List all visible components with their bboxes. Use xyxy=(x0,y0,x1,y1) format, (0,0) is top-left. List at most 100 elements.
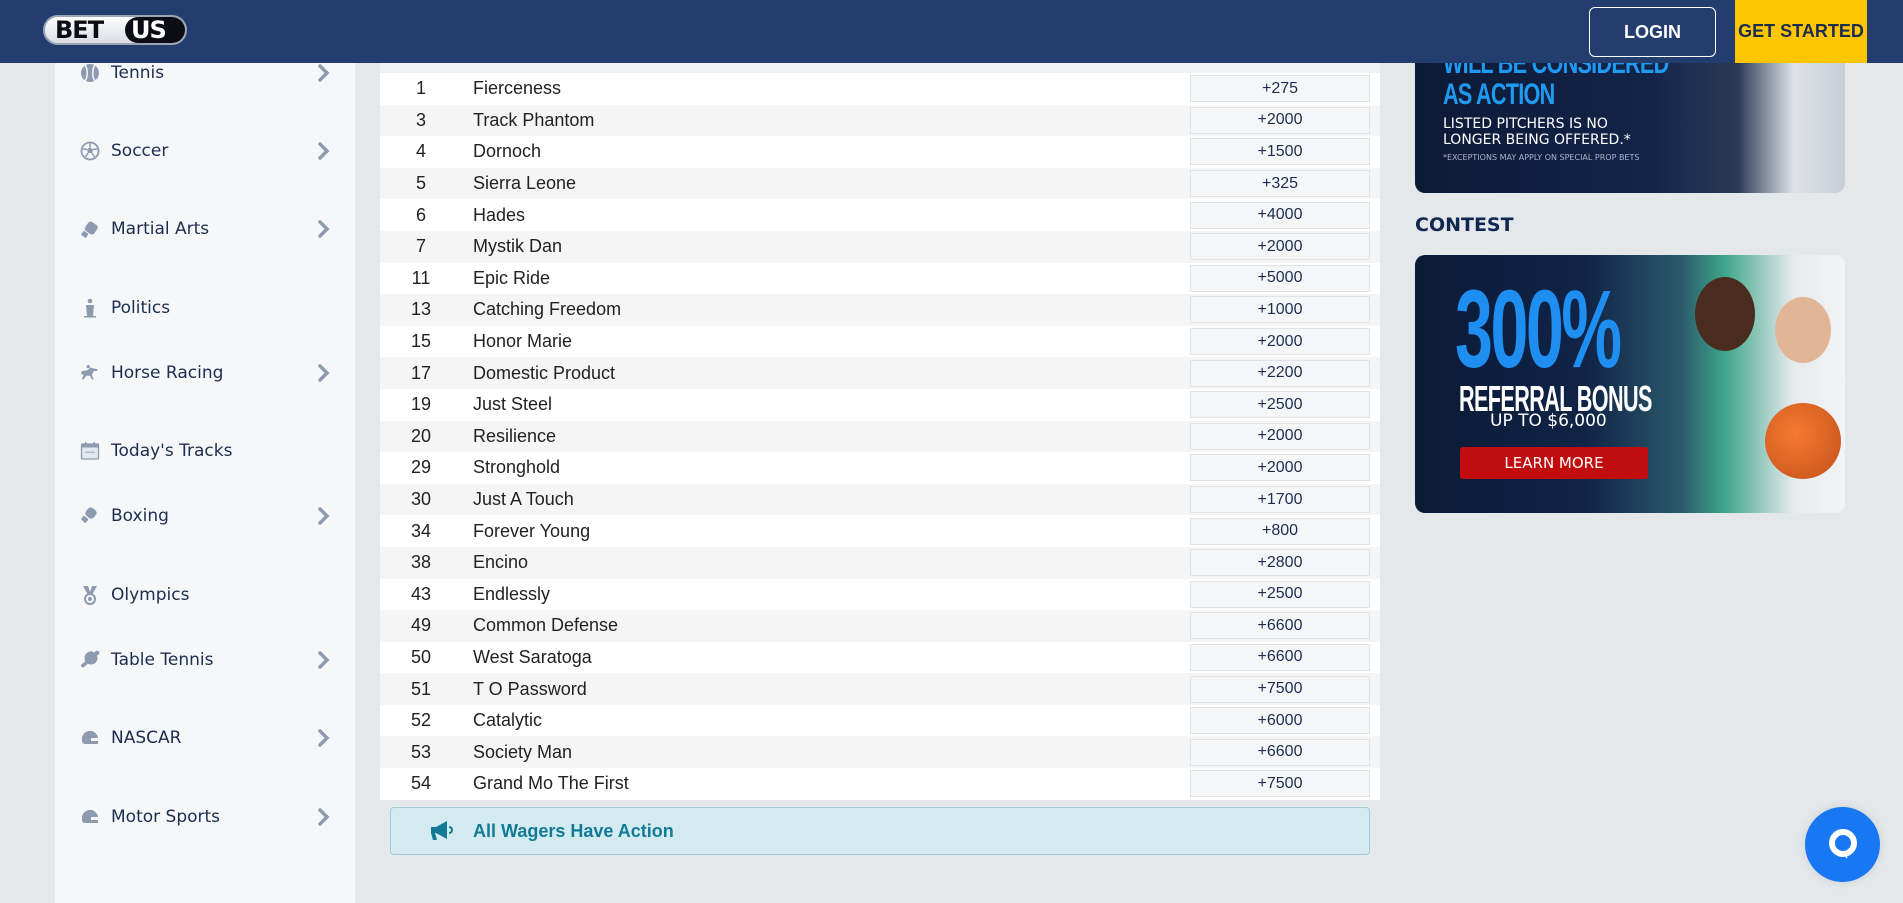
chevron-right-icon[interactable] xyxy=(317,219,331,239)
odds-button[interactable]: +2000 xyxy=(1190,328,1370,356)
sidebar-item-olympics[interactable]: Olympics xyxy=(55,575,355,615)
odds-button[interactable]: +1000 xyxy=(1190,296,1370,324)
table-row: 13 Catching Freedom +1000 xyxy=(380,294,1380,326)
odds-button[interactable]: +7500 xyxy=(1190,675,1370,703)
betus-logo[interactable]: BET US xyxy=(43,15,187,45)
horse-number: 52 xyxy=(410,710,432,731)
chevron-right-icon[interactable] xyxy=(317,141,331,161)
sidebar-item-label: Soccer xyxy=(111,141,169,161)
chat-button[interactable] xyxy=(1805,807,1880,882)
odds-button[interactable]: +2500 xyxy=(1190,580,1370,608)
horse-name: Domestic Product xyxy=(473,362,616,383)
sidebar-item-politics[interactable]: Politics xyxy=(55,288,355,328)
odds-button[interactable]: +5000 xyxy=(1190,264,1370,292)
chevron-right-icon[interactable] xyxy=(317,650,331,670)
horse-name: Forever Young xyxy=(473,520,591,541)
horse-racing-icon xyxy=(80,363,100,383)
chevron-right-icon[interactable] xyxy=(317,728,331,748)
sidebar-item-horse-racing[interactable]: Horse Racing xyxy=(55,353,355,393)
horse-number: 53 xyxy=(410,741,432,762)
odds-button[interactable]: +2800 xyxy=(1190,549,1370,577)
odds-button[interactable]: +6600 xyxy=(1190,612,1370,640)
table-row: 29 Stronghold +2000 xyxy=(380,452,1380,484)
horse-number: 49 xyxy=(410,615,432,636)
horse-number: 5 xyxy=(415,173,426,194)
podium-icon xyxy=(80,298,100,318)
horse-number: 11 xyxy=(411,267,431,288)
odds-button[interactable]: +2000 xyxy=(1190,106,1370,134)
table-row: 43 Endlessly +2500 xyxy=(380,578,1380,611)
sidebar-item-soccer[interactable]: Soccer xyxy=(55,131,355,171)
logo-bet-text: BET xyxy=(55,16,104,44)
sidebar-item-boxing[interactable]: Boxing xyxy=(55,496,355,536)
promo-person-image xyxy=(1775,297,1831,363)
chevron-right-icon[interactable] xyxy=(317,63,331,83)
horse-number: 43 xyxy=(410,583,432,604)
odds-button[interactable]: +4000 xyxy=(1190,201,1370,229)
sidebar-item-today-s-tracks[interactable]: Today's Tracks xyxy=(55,431,355,471)
table-bottom-border xyxy=(380,799,1380,802)
learn-more-button[interactable]: LEARN MORE xyxy=(1460,447,1648,479)
wagers-action-alert: All Wagers Have Action xyxy=(390,807,1370,855)
promo1-disclaimer: *EXCEPTIONS MAY APPLY ON SPECIAL PROP BE… xyxy=(1443,153,1640,162)
horse-name: Encino xyxy=(473,552,529,573)
horse-name: Stronghold xyxy=(473,457,561,478)
racing-helmet-icon xyxy=(80,807,100,827)
table-row: 34 Forever Young +800 xyxy=(380,515,1380,547)
chevron-right-icon[interactable] xyxy=(317,807,331,827)
horse-number: 19 xyxy=(410,394,432,415)
odds-button[interactable]: +2000 xyxy=(1190,422,1370,450)
sidebar-item-label: Table Tennis xyxy=(111,650,214,670)
sidebar-item-label: Politics xyxy=(111,298,171,318)
horse-number: 13 xyxy=(410,299,432,320)
get-started-button[interactable]: GET STARTED xyxy=(1735,0,1867,63)
tennis-ball-icon xyxy=(80,63,100,83)
logo-us-text: US xyxy=(125,17,185,43)
sidebar-item-table-tennis[interactable]: Table Tennis xyxy=(55,640,355,680)
odds-button[interactable]: +1500 xyxy=(1190,138,1370,166)
odds-button[interactable]: +325 xyxy=(1190,170,1370,198)
sidebar-item-motor-sports[interactable]: Motor Sports xyxy=(55,797,355,837)
table-row: 3 Track Phantom +2000 xyxy=(380,104,1380,137)
horse-name: Common Defense xyxy=(473,615,619,636)
sidebar-item-label: NASCAR xyxy=(111,728,182,748)
horse-name: Sierra Leone xyxy=(473,173,577,194)
horse-number: 1 xyxy=(415,78,426,99)
table-top-border xyxy=(380,63,1380,73)
sidebar-item-martial-arts[interactable]: Martial Arts xyxy=(55,209,355,249)
odds-button[interactable]: +6600 xyxy=(1190,738,1370,766)
horse-name: Hades xyxy=(473,204,526,225)
medal-icon xyxy=(80,585,100,605)
pitchers-promo-banner[interactable]: WILL BE CONSIDERED AS ACTION LISTED PITCH… xyxy=(1415,50,1845,193)
odds-button[interactable]: +7500 xyxy=(1190,770,1370,798)
horse-number: 50 xyxy=(410,646,432,667)
sidebar-item-nascar[interactable]: NASCAR xyxy=(55,718,355,758)
odds-button[interactable]: +1700 xyxy=(1190,486,1370,514)
horse-name: Honor Marie xyxy=(473,331,573,352)
odds-button[interactable]: +2000 xyxy=(1190,454,1370,482)
odds-button[interactable]: +275 xyxy=(1190,75,1370,103)
odds-button[interactable]: +800 xyxy=(1190,517,1370,545)
odds-button[interactable]: +2500 xyxy=(1190,391,1370,419)
horse-number: 7 xyxy=(415,236,426,257)
horse-name: Mystik Dan xyxy=(473,236,563,257)
horse-name: Grand Mo The First xyxy=(473,773,629,794)
table-row: 19 Just Steel +2500 xyxy=(380,388,1380,421)
sidebar-item-label: Martial Arts xyxy=(111,219,210,239)
odds-button[interactable]: +6600 xyxy=(1190,643,1370,671)
horse-name: Resilience xyxy=(473,425,557,446)
basketball-image xyxy=(1765,403,1841,479)
horse-name: Track Phantom xyxy=(473,109,595,130)
horse-name: Society Man xyxy=(473,741,573,762)
odds-button[interactable]: +2000 xyxy=(1190,233,1370,261)
referral-bonus-banner[interactable]: 300% REFERRAL BONUS UP TO $6,000 LEARN M… xyxy=(1415,255,1845,513)
contest-heading: CONTEST xyxy=(1415,214,1514,236)
chevron-right-icon[interactable] xyxy=(317,506,331,526)
odds-button[interactable]: +6000 xyxy=(1190,707,1370,735)
login-button[interactable]: LOGIN xyxy=(1589,7,1716,57)
table-row: 51 T O Password +7500 xyxy=(380,673,1380,705)
horse-name: T O Password xyxy=(473,678,587,699)
chat-bubble-icon xyxy=(1828,828,1857,859)
chevron-right-icon[interactable] xyxy=(317,363,331,383)
odds-button[interactable]: +2200 xyxy=(1190,359,1370,387)
